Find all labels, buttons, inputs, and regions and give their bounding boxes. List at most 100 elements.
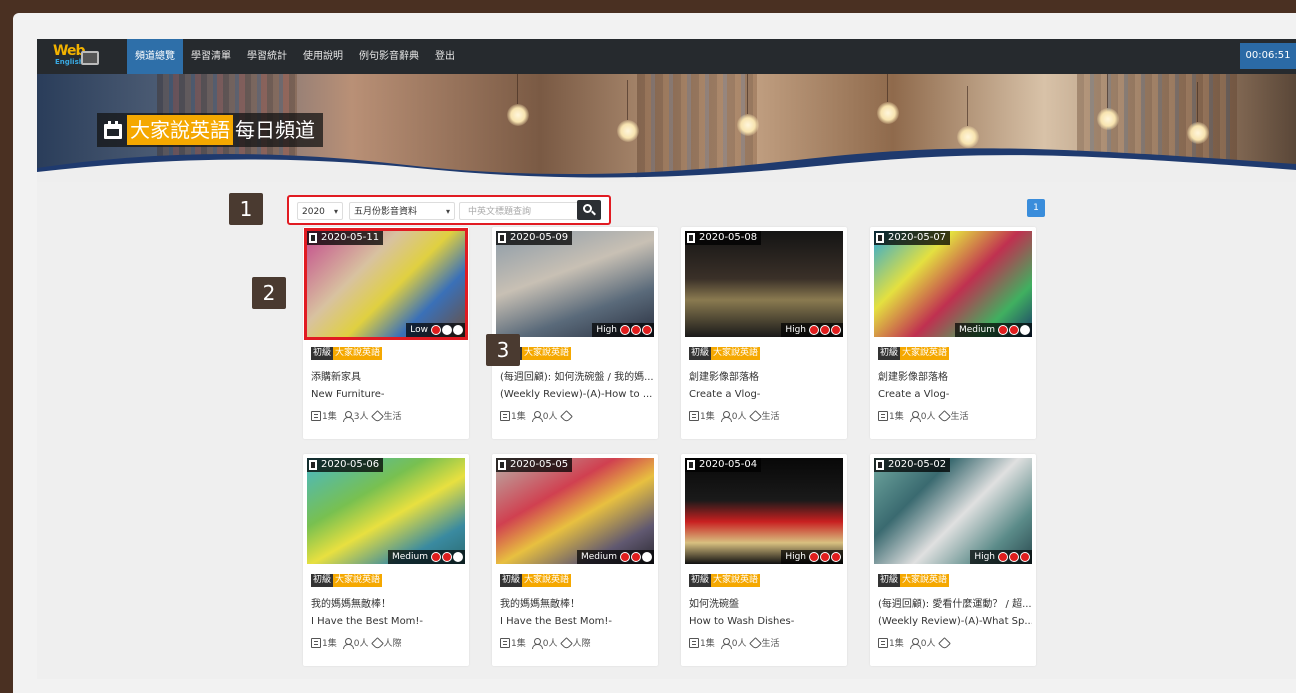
- user-icon: [531, 637, 543, 649]
- user-icon: [720, 637, 732, 649]
- video-thumbnail[interactable]: 2020-05-11 Low: [304, 228, 468, 340]
- year-select[interactable]: 2020 ▾: [297, 202, 343, 220]
- video-title-en[interactable]: Create a Vlog-: [878, 389, 1032, 400]
- level-dot: [831, 325, 841, 335]
- video-card[interactable]: 2020-05-04 High 初級 大家說英語 如何洗碗盤 How to Wa…: [681, 454, 847, 666]
- level-dot: [1020, 552, 1030, 562]
- difficulty-tag: High: [781, 550, 843, 564]
- pagination-page-1[interactable]: 1: [1027, 199, 1045, 217]
- video-card[interactable]: 2020-05-06 Medium 初級 大家說英語 我的媽媽無敵棒！ I Ha…: [303, 454, 469, 666]
- video-title-en[interactable]: How to Wash Dishes-: [689, 616, 843, 627]
- video-card[interactable]: 2020-05-09 High 初級 大家說英語 (每週回顧): 如何洗碗盤 /…: [492, 227, 658, 439]
- film-icon: [309, 460, 317, 470]
- video-thumbnail[interactable]: 2020-05-06 Medium: [307, 458, 465, 564]
- nav-item-logout[interactable]: 登出: [427, 39, 463, 74]
- nav-item-statistics[interactable]: 學習統計: [239, 39, 295, 74]
- user-count: 0人: [731, 412, 747, 422]
- lightbulb-icon: [737, 74, 759, 136]
- video-card[interactable]: 2020-05-02 High 初級 大家說英語 (每週回顧): 愛看什麼運動？…: [870, 454, 1036, 666]
- user-count: 0人: [542, 639, 558, 649]
- video-thumbnail[interactable]: 2020-05-05 Medium: [496, 458, 654, 564]
- user-count: 0人: [542, 412, 558, 422]
- logo-text-bottom: English: [55, 58, 84, 66]
- video-meta: 1集 0人: [500, 409, 572, 422]
- difficulty-label: High: [785, 552, 806, 562]
- user-icon: [909, 637, 921, 649]
- series-badge: 大家說英語: [333, 574, 383, 587]
- badges: 初級 大家說英語: [311, 347, 383, 360]
- nav-item-learning-list[interactable]: 學習清單: [183, 39, 239, 74]
- video-title-cn[interactable]: (每週回顧): 如何洗碗盤 / 我的媽...: [500, 368, 654, 383]
- video-date: 2020-05-05: [510, 459, 569, 470]
- video-card[interactable]: 2020-05-11 Low 初級 大家說英語 添購新家具 New Furnit…: [303, 227, 469, 439]
- difficulty-tag: High: [970, 550, 1032, 564]
- video-title-en[interactable]: (Weekly Review)-(A)-How to ...: [500, 389, 654, 400]
- level-dot: [820, 325, 830, 335]
- tv-icon: [81, 51, 99, 65]
- video-card[interactable]: 2020-05-07 Medium 初級 大家說英語 創建影像部落格 Creat…: [870, 227, 1036, 439]
- badges: 初級 大家說英語: [878, 574, 950, 587]
- video-date: 2020-05-08: [699, 232, 758, 243]
- lightbulb-icon: [877, 74, 899, 124]
- level-badge: 初級: [311, 574, 334, 587]
- video-title-en[interactable]: New Furniture-: [311, 389, 465, 400]
- video-title-cn[interactable]: 我的媽媽無敵棒！: [311, 595, 465, 610]
- episode-icon: [689, 637, 699, 648]
- nav-item-help[interactable]: 使用說明: [295, 39, 351, 74]
- date-tag: 2020-05-07: [874, 231, 951, 245]
- badges: 初級 大家說英語: [689, 574, 761, 587]
- channel-title-highlight: 大家說英語: [127, 115, 233, 145]
- video-title-cn[interactable]: 如何洗碗盤: [689, 595, 843, 610]
- video-meta: 1集 0人 生活: [689, 636, 779, 649]
- video-date: 2020-05-07: [888, 232, 947, 243]
- video-card[interactable]: 2020-05-08 High 初級 大家說英語 創建影像部落格 Create …: [681, 227, 847, 439]
- episode-icon: [878, 637, 888, 648]
- tag-icon: [939, 411, 949, 421]
- video-title-cn[interactable]: 添購新家具: [311, 368, 465, 383]
- month-select[interactable]: 五月份影音資料 ▾: [349, 202, 455, 220]
- video-meta: 1集 0人 人際: [311, 636, 401, 649]
- video-title-en[interactable]: I Have the Best Mom!-: [311, 616, 465, 627]
- video-card[interactable]: 2020-05-05 Medium 初級 大家說英語 我的媽媽無敵棒！ I Ha…: [492, 454, 658, 666]
- video-thumbnail[interactable]: 2020-05-07 Medium: [874, 231, 1032, 337]
- film-icon: [876, 460, 884, 470]
- year-select-value: 2020: [302, 207, 325, 217]
- channel-title: 大家說英語 每日頻道: [97, 113, 323, 147]
- search-button[interactable]: [577, 200, 601, 220]
- search-input[interactable]: 中英文標題查詢: [459, 202, 579, 220]
- lightbulb-icon: [507, 74, 529, 126]
- episode-count: 1集: [700, 639, 715, 649]
- level-dot: [642, 325, 652, 335]
- video-date: 2020-05-11: [321, 232, 380, 243]
- nav-item-overview[interactable]: 頻道總覽: [127, 39, 183, 74]
- logo-text-top: Web: [53, 43, 85, 59]
- video-thumbnail[interactable]: 2020-05-08 High: [685, 231, 843, 337]
- logo[interactable]: Web English: [53, 43, 101, 69]
- film-icon: [687, 460, 695, 470]
- video-title-en[interactable]: (Weekly Review)-(A)-What Sp...: [878, 616, 1032, 627]
- level-dot: [620, 325, 630, 335]
- date-tag: 2020-05-02: [874, 458, 951, 472]
- date-tag: 2020-05-06: [307, 458, 384, 472]
- session-timer: 00:06:51: [1240, 43, 1296, 69]
- series-badge: 大家說英語: [522, 574, 572, 587]
- callout-1: 1: [229, 193, 263, 225]
- film-icon: [309, 233, 317, 243]
- video-title-cn[interactable]: 創建影像部落格: [878, 368, 1032, 383]
- level-dot: [442, 325, 452, 335]
- video-meta: 1集 0人 生活: [878, 409, 968, 422]
- episode-icon: [311, 410, 321, 421]
- video-title-en[interactable]: I Have the Best Mom!-: [500, 616, 654, 627]
- video-title-cn[interactable]: 我的媽媽無敵棒！: [500, 595, 654, 610]
- difficulty-tag: High: [781, 323, 843, 337]
- video-title-cn[interactable]: (每週回顧): 愛看什麼運動？ / 超...: [878, 595, 1032, 610]
- level-dot: [431, 325, 441, 335]
- video-date: 2020-05-04: [699, 459, 758, 470]
- nav-item-dictionary[interactable]: 例句影音辭典: [351, 39, 427, 74]
- video-thumbnail[interactable]: 2020-05-02 High: [874, 458, 1032, 564]
- video-thumbnail[interactable]: 2020-05-04 High: [685, 458, 843, 564]
- video-thumbnail[interactable]: 2020-05-09 High: [496, 231, 654, 337]
- video-title-en[interactable]: Create a Vlog-: [689, 389, 843, 400]
- episode-icon: [500, 637, 510, 648]
- video-title-cn[interactable]: 創建影像部落格: [689, 368, 843, 383]
